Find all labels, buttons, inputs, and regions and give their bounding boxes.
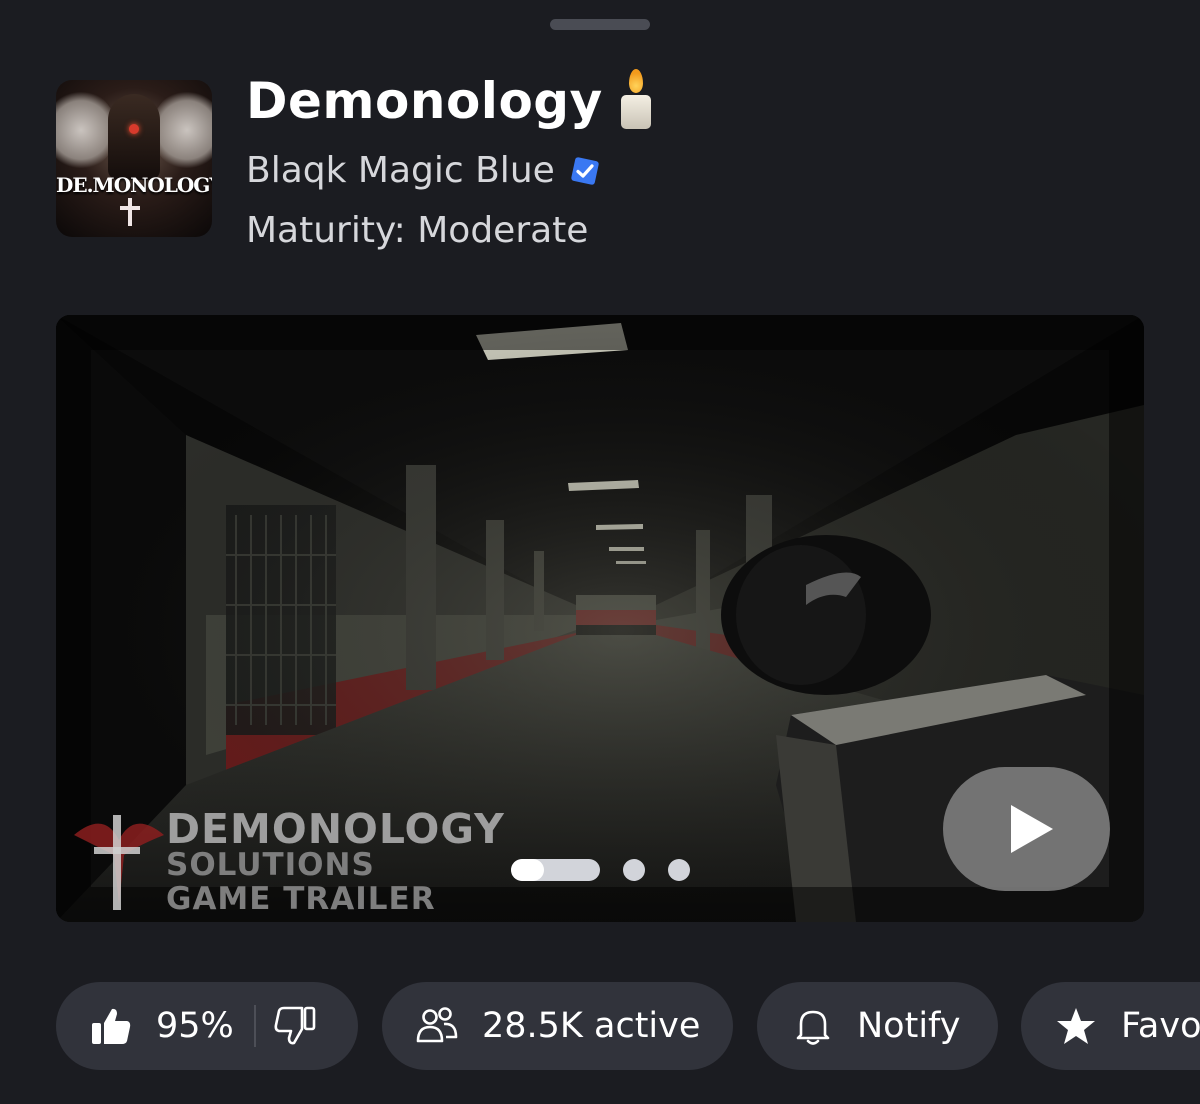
thumbnail-wing-right [152,90,212,170]
candle-icon [617,69,655,133]
candle-flame [628,69,643,93]
trailer-subtitle-1: SOLUTIONS [166,847,375,883]
maturity-rating: Maturity: Moderate [246,210,589,251]
game-thumbnail: DE.MONOLOGY [56,80,212,237]
vote-pill: 95% [56,982,358,1070]
people-icon [416,1006,458,1046]
thumbnail-figure [108,94,160,180]
creator-row[interactable]: Blaqk Magic Blue [246,150,603,191]
play-icon [1010,805,1053,853]
star-icon [1055,1006,1097,1046]
pager-dot[interactable] [668,859,690,881]
thumbnail-logo-text: DE.MONOLOGY [56,173,212,197]
favorite-button[interactable]: Favo [1021,982,1200,1070]
thumbnail-eye [129,124,139,134]
thumbnail-cross [120,198,140,226]
game-title: Demonology [246,72,603,130]
carousel-pager [511,859,690,881]
title-row: Demonology [246,66,655,136]
media-carousel[interactable]: DEMONOLOGY SOLUTIONS GAME TRAILER [56,315,1144,922]
notify-button[interactable]: Notify [757,982,998,1070]
candle-body [620,95,651,129]
trailer-title: DEMONOLOGY [166,805,505,853]
thumbs-down-icon[interactable] [274,1006,316,1046]
active-players-count: 28.5K active [482,1006,701,1046]
notify-label: Notify [857,1006,961,1046]
pager-dot-active[interactable] [511,859,600,881]
thumbnail-wing-left [56,90,116,170]
vote-divider [253,1005,256,1047]
verified-badge-icon [567,153,603,189]
rating-percent: 95% [156,1006,234,1046]
pager-dot[interactable] [623,859,645,881]
sheet-drag-handle[interactable] [550,19,650,30]
play-trailer-button[interactable] [943,767,1110,891]
game-details-sheet: DE.MONOLOGY Demonology Blaqk Magic Blue … [0,0,1200,1104]
thumbs-up-icon[interactable] [90,1006,132,1046]
creator-name[interactable]: Blaqk Magic Blue [246,150,555,191]
trailer-subtitle-2: GAME TRAILER [166,881,436,917]
favorite-label: Favo [1121,1006,1200,1046]
bell-icon [793,1006,833,1046]
active-players-pill: 28.5K active [382,982,733,1070]
